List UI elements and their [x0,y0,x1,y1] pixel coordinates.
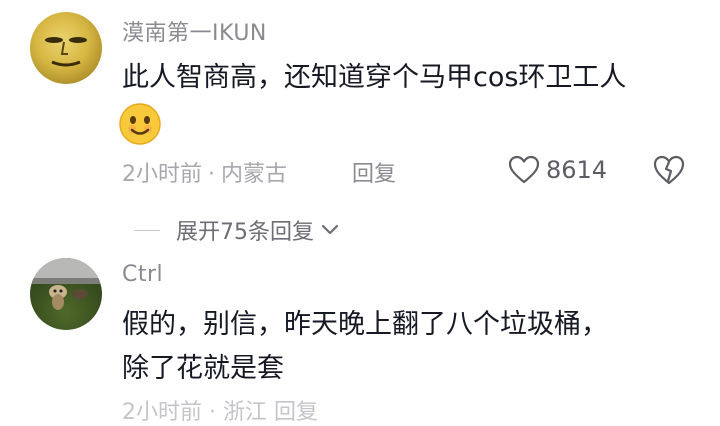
comment-text-line: 除了花就是套 [122,353,284,384]
comment-time: 2小时前 [122,162,202,187]
avatar-photo-icon [30,258,102,310]
avatar[interactable] [30,12,102,84]
comment-username[interactable]: 漠南第一IKUN [122,15,267,47]
expand-divider [134,229,160,231]
comment-meta: 2小时前 · 浙江 回复 [122,400,318,425]
chevron-down-icon [321,224,339,235]
avatar[interactable] [30,258,102,330]
expand-replies-label: 展开75条回复 [176,220,314,245]
comment-text: 假的，别信，昨天晚上翻了八个垃圾桶， 除了花就是套 [122,303,608,391]
comment-location: 内蒙古 [221,162,288,187]
comment-text-line: 假的，别信，昨天晚上翻了八个垃圾桶， [122,309,608,340]
like-count: 8614 [546,156,608,184]
comment-meta: 2小时前 · 内蒙古 [122,156,287,188]
broken-heart-icon[interactable] [652,154,686,186]
expand-replies-button[interactable]: 展开75条回复 [134,215,340,245]
like-button[interactable]: 8614 [508,152,607,188]
reply-button[interactable]: 回复 [352,156,396,188]
smiling-face-emoji-icon [119,103,161,145]
comment-username[interactable]: Ctrl [122,262,163,287]
heart-outline-icon [508,155,540,184]
avatar-face-icon [45,37,87,67]
comment-text: 此人智商高，还知道穿个马甲cos环卫工人 [122,62,627,93]
meta-separator: · [208,162,215,187]
